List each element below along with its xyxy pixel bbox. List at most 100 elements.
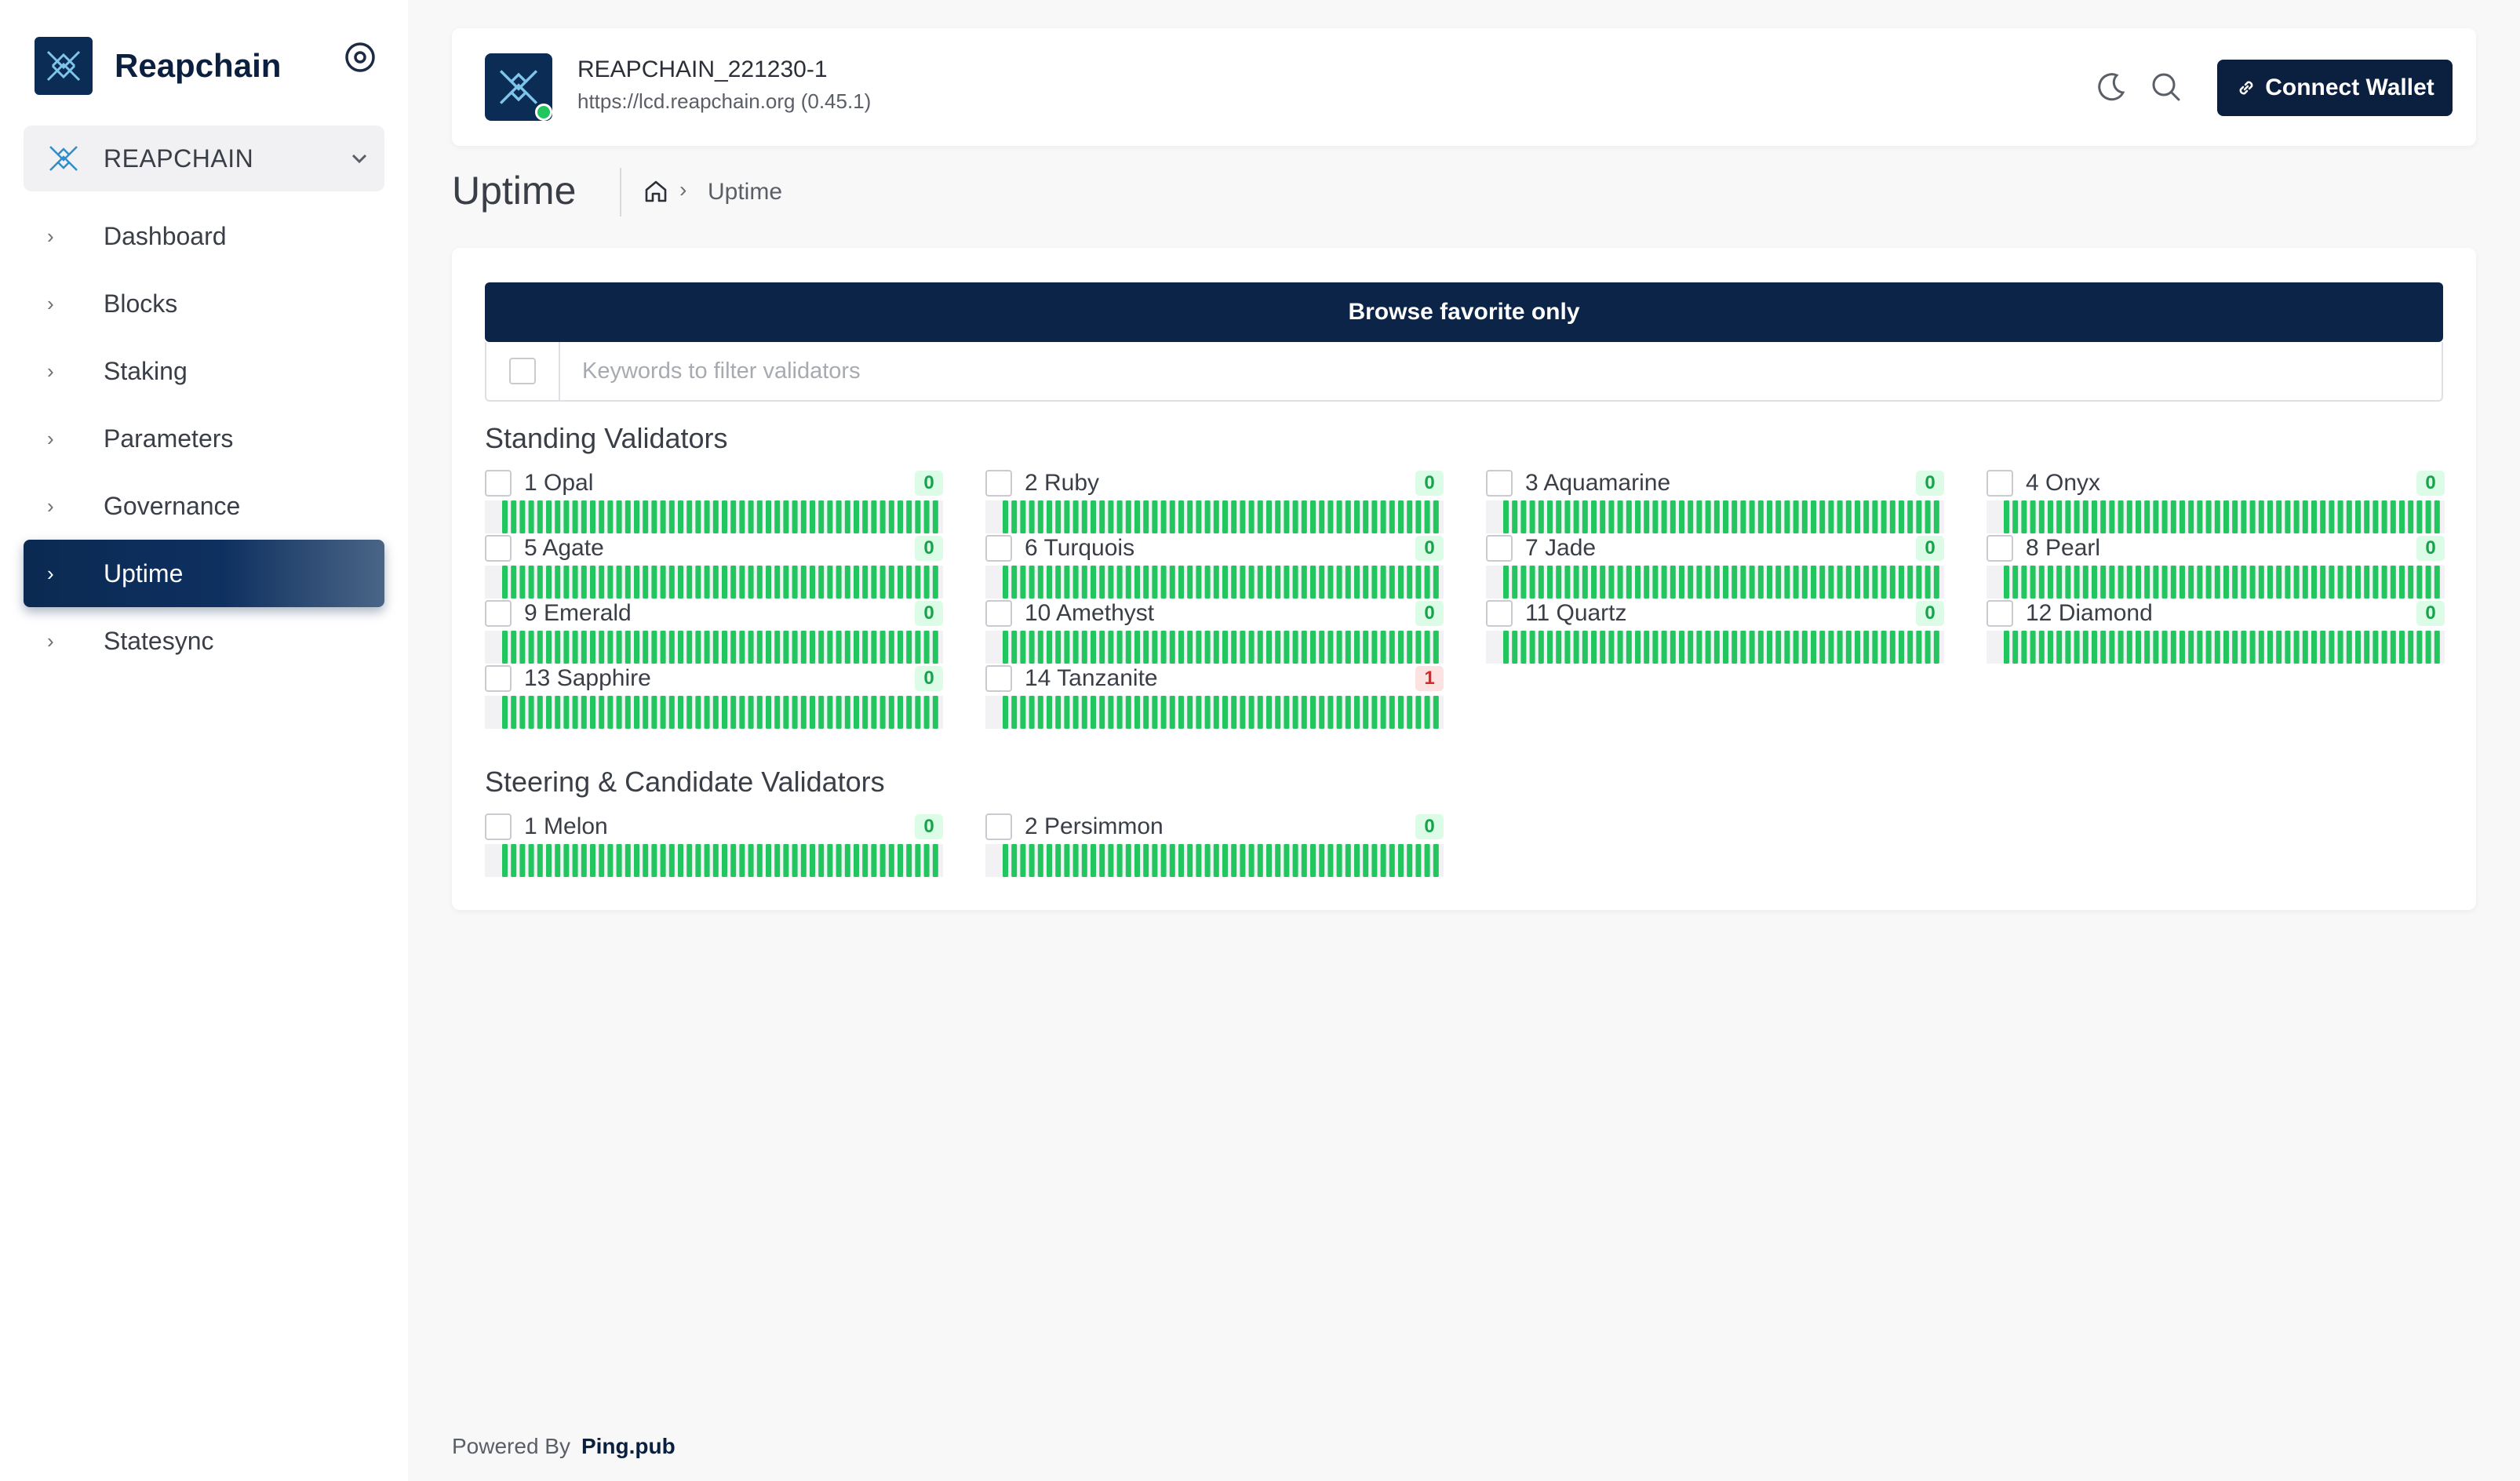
block-signature xyxy=(572,696,578,729)
favorite-checkbox[interactable] xyxy=(985,665,1012,692)
chain-id: REAPCHAIN_221230-1 xyxy=(577,56,828,82)
block-signature xyxy=(1327,844,1334,877)
moon-icon[interactable] xyxy=(2093,69,2129,105)
block-signature xyxy=(932,500,938,533)
block-signature xyxy=(1652,566,1659,599)
favorite-checkbox[interactable] xyxy=(1486,470,1513,497)
block-signature xyxy=(879,566,886,599)
block-signature xyxy=(1617,500,1623,533)
block-signature xyxy=(511,566,517,599)
favorite-checkbox[interactable] xyxy=(985,470,1012,497)
block-signature xyxy=(2329,566,2335,599)
steering-validators-title: Steering & Candidate Validators xyxy=(485,766,885,798)
favorite-checkbox[interactable] xyxy=(485,470,512,497)
browse-favorite-button[interactable]: Browse favorite only xyxy=(485,282,2443,342)
validator-name[interactable]: 10 Amethyst xyxy=(1025,600,1154,627)
block-signature xyxy=(1626,500,1632,533)
block-signature xyxy=(774,631,781,664)
validator-name[interactable]: 3 Aquamarine xyxy=(1525,470,1670,497)
favorite-checkbox[interactable] xyxy=(485,535,512,562)
validator-name[interactable]: 11 Quartz xyxy=(1525,600,1627,627)
validator-name[interactable]: 1 Opal xyxy=(524,470,593,497)
uptime-bar xyxy=(485,631,943,664)
sidebar-item-parameters[interactable]: › Parameters xyxy=(24,405,384,472)
favorite-checkbox[interactable] xyxy=(1987,535,2013,562)
block-signature xyxy=(1679,631,1684,664)
brand[interactable]: Reapchain xyxy=(35,37,281,95)
block-signature xyxy=(1863,500,1870,533)
block-signature xyxy=(915,566,921,599)
block-signature xyxy=(1152,500,1158,533)
network-selector[interactable]: REAPCHAIN xyxy=(24,126,384,191)
connect-wallet-button[interactable]: Connect Wallet xyxy=(2217,60,2453,116)
validator-name[interactable]: 2 Persimmon xyxy=(1025,813,1163,840)
block-signature xyxy=(1512,500,1518,533)
validator-name[interactable]: 14 Tanzanite xyxy=(1025,665,1158,692)
sidebar-item-statesync[interactable]: › Statesync xyxy=(24,607,384,675)
block-signature xyxy=(2074,500,2080,533)
favorite-checkbox[interactable] xyxy=(485,813,512,840)
search-icon[interactable] xyxy=(2148,69,2184,105)
favorite-checkbox[interactable] xyxy=(985,813,1012,840)
select-all-checkbox[interactable] xyxy=(509,358,536,384)
block-signature xyxy=(888,631,894,664)
sidebar-item-dashboard[interactable]: › Dashboard xyxy=(24,202,384,270)
validator-name[interactable]: 2 Ruby xyxy=(1025,470,1099,497)
validator-filter-input[interactable] xyxy=(560,342,2442,400)
sidebar-toggle-icon[interactable] xyxy=(342,39,378,75)
block-signature xyxy=(2276,566,2282,599)
validator-name[interactable]: 9 Emerald xyxy=(524,600,632,627)
block-signature xyxy=(2355,500,2361,533)
block-signature xyxy=(898,500,903,533)
favorite-checkbox[interactable] xyxy=(1987,470,2013,497)
block-signature xyxy=(1116,500,1123,533)
block-signature xyxy=(1723,566,1728,599)
block-signature xyxy=(906,500,912,533)
block-signature xyxy=(879,631,886,664)
block-signature xyxy=(1336,500,1342,533)
sidebar-item-staking[interactable]: › Staking xyxy=(24,337,384,405)
block-signature xyxy=(2180,500,2185,533)
validator-name[interactable]: 5 Agate xyxy=(524,535,604,562)
block-signature xyxy=(2048,631,2053,664)
favorite-checkbox[interactable] xyxy=(1486,600,1513,627)
validator-name[interactable]: 8 Pearl xyxy=(2026,535,2100,562)
block-signature xyxy=(888,566,894,599)
sidebar-item-label: Uptime xyxy=(104,559,184,588)
validator-name[interactable]: 6 Turquois xyxy=(1025,535,1134,562)
block-signature xyxy=(678,500,683,533)
block-signature xyxy=(1169,696,1175,729)
validator-name[interactable]: 4 Onyx xyxy=(2026,470,2100,497)
block-signature xyxy=(1275,500,1281,533)
favorite-checkbox[interactable] xyxy=(985,535,1012,562)
sidebar-item-governance[interactable]: › Governance xyxy=(24,472,384,540)
ping-pub-link[interactable]: Ping.pub xyxy=(581,1434,676,1458)
block-signature xyxy=(1389,566,1395,599)
favorite-checkbox[interactable] xyxy=(1987,600,2013,627)
block-signature xyxy=(2214,566,2220,599)
block-signature xyxy=(2065,566,2071,599)
block-signature xyxy=(1556,500,1562,533)
block-signature xyxy=(1222,566,1228,599)
block-signature xyxy=(2012,500,2019,533)
validator-name[interactable]: 1 Melon xyxy=(524,813,608,840)
page-title: Uptime xyxy=(452,169,577,213)
block-signature xyxy=(1415,631,1422,664)
favorite-checkbox[interactable] xyxy=(1486,535,1513,562)
favorite-checkbox[interactable] xyxy=(485,600,512,627)
favorite-checkbox[interactable] xyxy=(485,665,512,692)
sidebar-item-blocks[interactable]: › Blocks xyxy=(24,270,384,337)
block-signature xyxy=(1398,631,1404,664)
block-signature xyxy=(1116,566,1123,599)
home-icon[interactable] xyxy=(642,177,670,206)
validator-name[interactable]: 13 Sapphire xyxy=(524,665,651,692)
validator-name[interactable]: 12 Diamond xyxy=(2026,600,2153,627)
block-signature xyxy=(1204,566,1211,599)
sidebar-item-uptime[interactable]: › Uptime xyxy=(24,540,384,607)
block-signature xyxy=(1872,566,1878,599)
validator-name[interactable]: 7 Jade xyxy=(1525,535,1596,562)
block-signature xyxy=(2364,500,2370,533)
favorite-checkbox[interactable] xyxy=(985,600,1012,627)
block-signature xyxy=(1749,500,1755,533)
block-signature xyxy=(818,566,825,599)
